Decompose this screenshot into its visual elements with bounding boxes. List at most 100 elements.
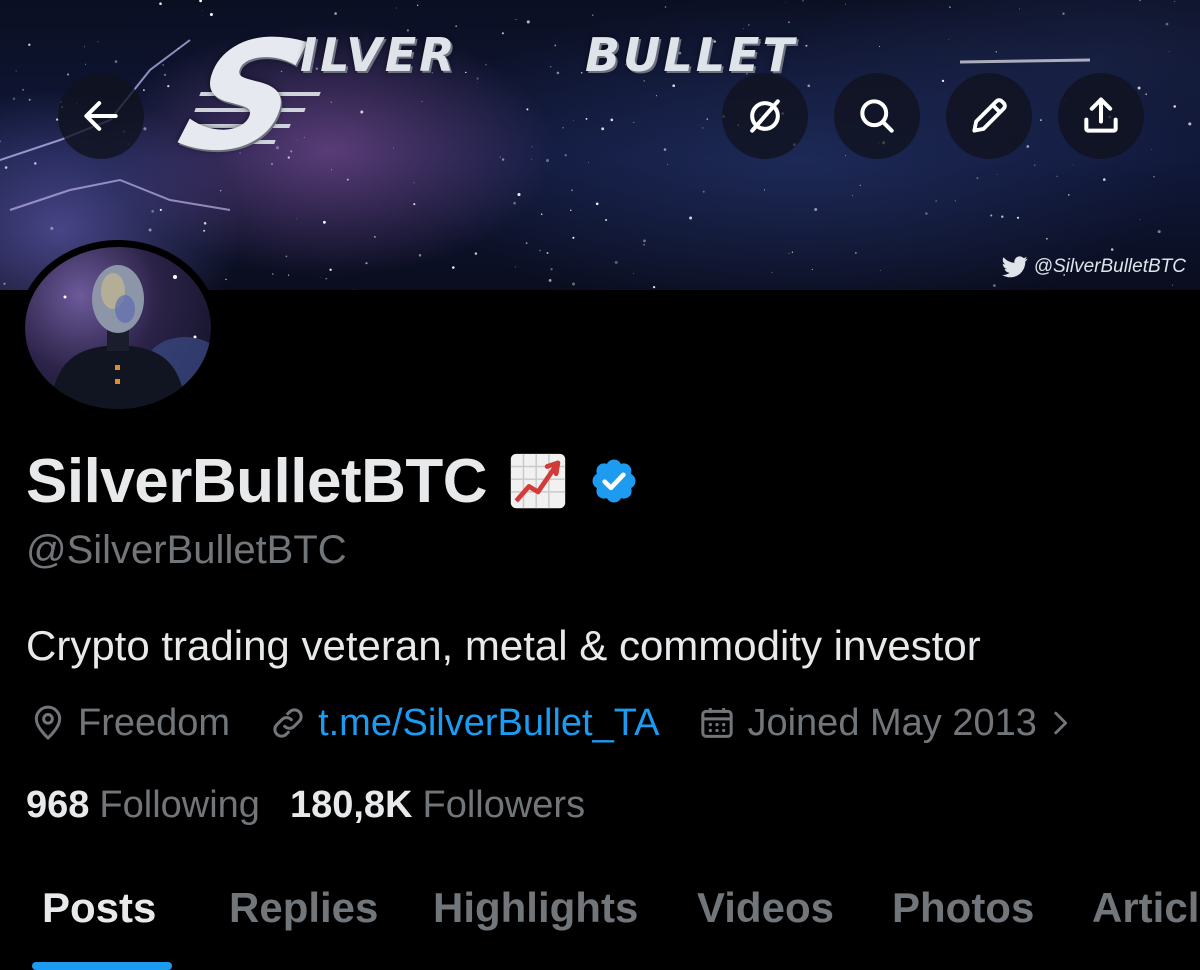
tab-highlights[interactable]: Highlights xyxy=(433,884,638,932)
star xyxy=(562,127,564,129)
star xyxy=(954,200,956,202)
star xyxy=(643,239,646,243)
arrow-left-icon xyxy=(84,101,118,131)
display-name: SilverBulletBTC xyxy=(26,446,488,516)
twitter-bird-icon xyxy=(1001,256,1028,278)
star xyxy=(550,268,553,271)
star xyxy=(652,285,656,289)
star xyxy=(374,236,376,238)
avatar[interactable] xyxy=(18,240,218,416)
back-button[interactable] xyxy=(58,73,144,159)
star xyxy=(1139,0,1141,2)
star xyxy=(689,216,693,220)
search-button[interactable] xyxy=(834,73,920,159)
star xyxy=(859,184,861,187)
tab-posts[interactable]: Posts xyxy=(42,884,156,932)
follow-stats: 968 Following 180,8K Followers xyxy=(26,780,615,830)
star xyxy=(1026,145,1030,148)
star xyxy=(1019,8,1020,10)
star xyxy=(413,182,415,184)
share-icon xyxy=(1084,97,1118,133)
star xyxy=(365,262,368,265)
star xyxy=(287,156,290,159)
star xyxy=(614,260,618,264)
tab-articles[interactable]: Articles xyxy=(1092,884,1200,932)
star xyxy=(513,201,516,205)
star xyxy=(455,25,458,28)
star xyxy=(360,110,364,114)
star xyxy=(844,155,846,156)
grok-icon xyxy=(750,99,780,133)
star xyxy=(771,271,773,273)
star xyxy=(763,189,765,191)
grok-button[interactable] xyxy=(722,73,808,159)
joined-date[interactable]: Joined May 2013 xyxy=(697,702,1076,745)
star xyxy=(114,60,118,63)
star xyxy=(571,189,573,192)
star xyxy=(322,220,326,224)
star xyxy=(580,71,583,74)
star xyxy=(0,140,2,143)
star xyxy=(285,255,288,258)
tab-photos[interactable]: Photos xyxy=(892,884,1034,932)
star xyxy=(163,73,167,77)
verified-badge-icon[interactable] xyxy=(589,456,639,506)
star xyxy=(1040,119,1042,121)
star xyxy=(465,71,467,74)
website-link[interactable]: t.me/SilverBullet_TA xyxy=(318,702,659,745)
website[interactable]: t.me/SilverBullet_TA xyxy=(268,702,659,745)
following-count[interactable]: 968 xyxy=(26,784,89,827)
active-tab-indicator xyxy=(32,962,172,970)
star xyxy=(656,95,657,97)
star xyxy=(199,0,202,3)
star xyxy=(948,6,951,9)
star xyxy=(554,44,557,47)
star xyxy=(1145,93,1148,96)
edit-button[interactable] xyxy=(946,73,1032,159)
star xyxy=(287,274,290,276)
edit-icon xyxy=(972,98,1007,133)
location-pin-icon xyxy=(34,705,62,741)
star xyxy=(788,252,790,255)
star xyxy=(925,212,928,215)
tab-replies[interactable]: Replies xyxy=(229,884,378,932)
star xyxy=(1046,238,1048,240)
star xyxy=(572,236,575,239)
joined-text: Joined May 2013 xyxy=(747,701,1037,744)
star xyxy=(151,209,155,213)
star xyxy=(329,268,332,271)
star xyxy=(50,226,54,230)
star xyxy=(1151,148,1152,150)
star xyxy=(1165,22,1169,26)
star xyxy=(220,190,222,192)
star xyxy=(1056,175,1058,177)
star xyxy=(995,50,998,53)
star xyxy=(159,2,162,5)
star xyxy=(855,252,857,254)
star xyxy=(148,228,152,232)
star xyxy=(935,200,937,202)
star xyxy=(802,0,804,2)
star xyxy=(1171,284,1174,286)
star xyxy=(203,222,207,225)
star xyxy=(346,178,349,181)
star xyxy=(526,20,530,24)
star xyxy=(540,213,543,216)
star xyxy=(4,166,8,169)
share-button[interactable] xyxy=(1058,73,1144,159)
followers-label[interactable]: Followers xyxy=(422,784,585,827)
star xyxy=(417,4,419,6)
star xyxy=(807,84,811,88)
following-label[interactable]: Following xyxy=(99,784,260,827)
star xyxy=(805,44,808,47)
star xyxy=(990,214,993,217)
star xyxy=(539,249,541,252)
star xyxy=(531,146,533,148)
tab-videos[interactable]: Videos xyxy=(697,884,834,932)
star xyxy=(485,63,487,66)
followers-count[interactable]: 180,8K xyxy=(290,784,413,827)
star xyxy=(572,282,575,286)
star xyxy=(515,19,517,20)
star xyxy=(550,66,552,68)
star xyxy=(203,229,206,232)
